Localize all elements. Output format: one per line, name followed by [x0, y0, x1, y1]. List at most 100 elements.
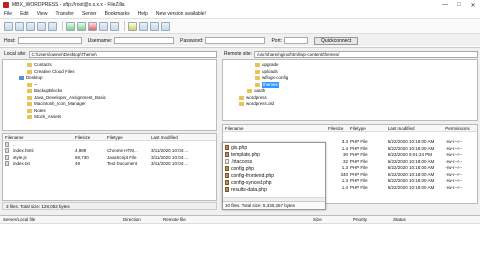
folder-icon — [19, 76, 24, 81]
folder-icon — [27, 115, 32, 120]
menu-item-3[interactable]: Transfer — [55, 11, 73, 17]
transfer-queue[interactable]: Server/Local file Direction Remote file Siz… — [0, 215, 480, 270]
refresh-icon[interactable] — [66, 21, 75, 31]
popup-file-item[interactable]: config-synced.php — [223, 179, 325, 186]
local-path-input[interactable]: C:\Users\owner\Desktop\Theme\ — [28, 50, 217, 58]
column-header[interactable]: Filename — [223, 126, 326, 131]
password-label: Password: — [180, 37, 204, 44]
tree-item[interactable]: Stock_Assets — [3, 114, 216, 121]
close-icon[interactable]: ✕ — [466, 0, 480, 10]
queue-column-header[interactable]: Size — [310, 217, 350, 222]
menu-item-7[interactable]: New version available! — [156, 11, 206, 17]
filter-icon[interactable] — [128, 21, 137, 31]
local-site-bar: Local site: C:\Users\owner\Desktop\Theme… — [2, 50, 217, 58]
disconnect-icon[interactable] — [99, 21, 108, 31]
file-name-cell: .. — [3, 142, 73, 147]
folder-icon — [239, 102, 244, 107]
column-header[interactable]: Permissions — [443, 126, 477, 131]
toggle-remote-tree-icon[interactable] — [37, 21, 46, 31]
remote-path-input[interactable]: /usr/share/nginx/html/wp-content/themes/ — [254, 50, 478, 58]
column-header[interactable]: Filetype — [348, 126, 386, 131]
table-row[interactable]: index.html 4,989 Chrome HTM... 3/11/2020 10… — [3, 148, 216, 155]
toggle-local-tree-icon[interactable] — [26, 21, 35, 31]
file-name: index.txt — [13, 161, 30, 167]
folder-icon — [27, 108, 32, 113]
local-file-list[interactable]: Filename Filesize Filetype Last modified ..… — [2, 133, 217, 201]
file-type: Text Document — [107, 161, 138, 167]
toggle-queue-icon[interactable] — [48, 21, 57, 31]
local-directory-tree[interactable]: Contacts Creative Cloud Files Desktop ~ Back… — [2, 59, 217, 131]
popup-file-item[interactable]: .htaccess — [223, 158, 325, 165]
local-site-label: Local site: — [4, 51, 27, 57]
file-permissions: -rw-r--r-- — [445, 178, 463, 184]
file-type: Chrome HTM... — [107, 148, 138, 154]
search-icon[interactable] — [161, 21, 170, 31]
table-row[interactable]: style.js 69,730 JavaScript File 3/11/2020 1… — [3, 154, 216, 161]
remote-site-bar: Remote site: /usr/share/nginx/html/wp-co… — [222, 50, 478, 58]
php-file-icon — [225, 159, 229, 164]
queue-column-header[interactable]: Direction — [120, 217, 160, 222]
file-size: 1.3 — [341, 165, 349, 171]
queue-column-header[interactable]: Priority — [350, 217, 390, 222]
menu-item-6[interactable]: Help — [138, 11, 148, 17]
remote-site-label: Remote site: — [224, 51, 253, 57]
quickconnect-bar: Host: Username: Password: Port: Quickcon… — [0, 35, 480, 46]
popup-file-item[interactable]: config.php — [223, 165, 325, 172]
window-controls: — □ ✕ — [438, 0, 480, 10]
column-header[interactable]: Last modified — [149, 135, 215, 140]
column-header[interactable]: Filename — [3, 135, 73, 140]
port-input[interactable] — [284, 37, 309, 44]
file-icon — [5, 161, 9, 167]
toggle-log-icon[interactable] — [15, 21, 24, 31]
cancel-operation-icon[interactable] — [88, 21, 97, 31]
remote-directory-tree[interactable]: upgrade uploads wflogs-config themes oauth wo… — [222, 59, 478, 121]
queue-column-header[interactable]: Status — [390, 217, 450, 222]
queue-column-header[interactable]: Remote file — [160, 217, 310, 222]
host-input[interactable] — [17, 37, 82, 44]
file-name-cell: index.txt — [3, 161, 73, 167]
reconnect-icon[interactable] — [110, 21, 119, 31]
file-modified: 6/22/2020 10:18:00 AM — [387, 139, 435, 145]
file-permissions: -rw-r--r-- — [445, 165, 463, 171]
column-header[interactable]: Filetype — [105, 135, 149, 140]
menu-item-0[interactable]: File — [4, 11, 12, 17]
column-header[interactable]: Filesize — [73, 135, 105, 140]
file-modified: 6/23/2020 9:01:24 PM — [387, 152, 433, 158]
queue-column-header[interactable]: Server/Local file — [0, 217, 120, 222]
password-input[interactable] — [205, 37, 266, 44]
process-queue-icon[interactable] — [77, 21, 86, 31]
php-file-icon — [225, 180, 229, 185]
file-size: 340 — [340, 171, 349, 177]
column-header[interactable]: Filesize — [326, 126, 348, 131]
popup-file-item[interactable]: template.php — [223, 151, 325, 158]
compare-icon[interactable] — [139, 21, 148, 31]
menu-item-1[interactable]: Edit — [20, 11, 29, 17]
sync-browse-icon[interactable] — [150, 21, 159, 31]
file-type: PHP File — [350, 184, 368, 190]
maximize-icon[interactable]: □ — [452, 0, 466, 10]
file-icon — [5, 141, 9, 147]
column-header[interactable]: Last modified — [386, 126, 444, 131]
menu-item-2[interactable]: View — [37, 11, 48, 17]
popup-file-item[interactable]: config-frontend.php — [223, 172, 325, 179]
site-manager-icon[interactable] — [4, 21, 13, 31]
file-size: 1.4 — [341, 184, 349, 190]
username-input[interactable] — [114, 37, 175, 44]
menu-item-5[interactable]: Bookmarks — [105, 11, 130, 17]
window-title: MBX_WORDPRESS - sftp://root@x.x.x.x - Fi… — [12, 2, 125, 8]
remote-file-header: Filename Filesize Filetype Last modified Per… — [223, 125, 477, 132]
php-file-icon — [225, 187, 229, 192]
tree-item-label: Stock_Assets — [34, 114, 62, 119]
tree-item-label: wordpress.old — [246, 101, 275, 106]
table-row[interactable]: index.txt 49 Text Document 3/11/2020 10:04:… — [3, 161, 216, 168]
tree-item[interactable]: wordpress.old — [223, 101, 477, 108]
popup-file-item[interactable]: gis.php — [223, 144, 325, 151]
menu-item-4[interactable]: Server — [82, 11, 97, 17]
file-modified: 3/11/2020 10:04:... — [151, 161, 189, 167]
quickconnect-button[interactable]: Quickconnect — [314, 36, 359, 45]
remote-status: 10 files. Total size: 5,330,267 bytes — [223, 201, 325, 209]
popup-file-item[interactable]: results-data.php — [223, 186, 325, 193]
file-permissions: -rw-r--r-- — [445, 145, 463, 151]
minimize-icon[interactable]: — — [438, 0, 452, 10]
file-type: PHP File — [350, 152, 368, 158]
